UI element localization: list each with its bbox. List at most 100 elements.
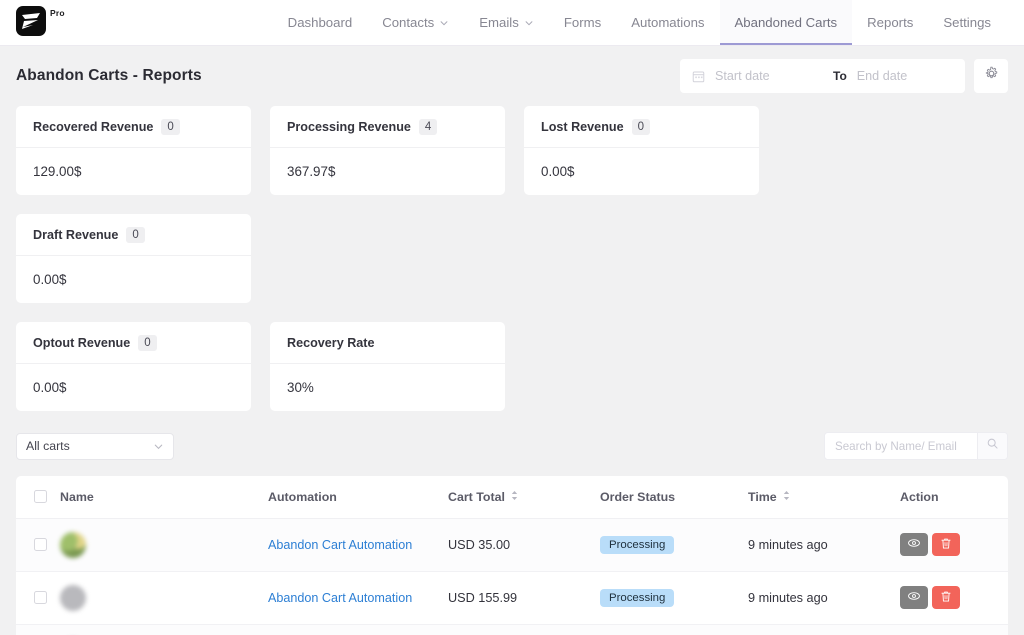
stat-card-value: 129.00$ — [33, 164, 82, 179]
stat-card-label: Draft Revenue — [33, 227, 119, 242]
delete-button[interactable] — [932, 586, 960, 609]
stat-card-value: 367.97$ — [287, 164, 336, 179]
row-name-cell — [60, 571, 268, 625]
nav-item-abandoned-carts[interactable]: Abandoned Carts — [719, 0, 853, 45]
row-time-cell: 9 minutes ago — [748, 518, 900, 572]
stat-cards-row-1: Recovered Revenue 0 129.00$ Processing R… — [0, 106, 1024, 303]
delete-button[interactable] — [932, 533, 960, 556]
nav-item-label: Contacts — [382, 15, 435, 30]
row-status-cell: Processing — [600, 624, 748, 635]
table-row[interactable]: Abandon Cart Automation USD 155.99 Proce… — [16, 571, 1008, 625]
automation-link[interactable]: Abandon Cart Automation — [268, 538, 412, 552]
nav-item-forms[interactable]: Forms — [549, 0, 616, 45]
stat-card-count: 0 — [631, 118, 650, 135]
nav-item-contacts[interactable]: Contacts — [367, 0, 464, 45]
nav-item-dashboard[interactable]: Dashboard — [273, 0, 368, 45]
cart-filter-value: All carts — [26, 439, 70, 453]
settings-button[interactable] — [974, 59, 1008, 93]
nav-item-label: Dashboard — [287, 15, 353, 30]
stat-card-header: Draft Revenue 0 — [16, 214, 251, 256]
row-select-cell — [16, 518, 60, 572]
avatar — [60, 531, 86, 558]
stat-card-value: 0.00$ — [33, 380, 67, 395]
sort-icon[interactable] — [510, 490, 519, 504]
select-all-checkbox[interactable] — [34, 490, 47, 504]
row-automation-cell: Abandon Cart Automation — [268, 518, 448, 572]
stat-card-header: Optout Revenue 0 — [16, 322, 251, 364]
table-header-row: Name Automation Cart Total Order Status … — [16, 476, 1008, 519]
stat-card: Optout Revenue 0 0.00$ — [16, 322, 251, 411]
search-button[interactable] — [977, 433, 1007, 459]
contact-email — [95, 545, 169, 558]
row-action-cell — [900, 624, 1008, 635]
stat-card-header: Recovered Revenue 0 — [16, 106, 251, 148]
sort-icon[interactable] — [782, 490, 791, 504]
column-label-action: Action — [900, 489, 939, 504]
contact-name[interactable] — [95, 532, 169, 545]
table-row[interactable]: Abandon Cart Automation USD 140.98 Proce… — [16, 624, 1008, 635]
nav-item-label: Reports — [867, 15, 914, 30]
search-input[interactable] — [825, 433, 977, 459]
stat-card-count: 0 — [138, 334, 157, 351]
stat-card-count: 0 — [126, 226, 145, 243]
nav-item-emails[interactable]: Emails — [464, 0, 549, 45]
column-label-order-status: Order Status — [600, 489, 676, 504]
stat-card-label: Processing Revenue — [287, 119, 411, 134]
row-select-cell — [16, 571, 60, 625]
column-label-cart-total: Cart Total — [448, 489, 505, 504]
nav-item-automations[interactable]: Automations — [616, 0, 719, 45]
stat-card-header: Lost Revenue 0 — [524, 106, 759, 148]
row-time-cell: 10 minutes ago — [748, 624, 900, 635]
stat-card: Draft Revenue 0 0.00$ — [16, 214, 251, 303]
nav-item-label: Automations — [631, 15, 705, 30]
status-badge: Processing — [600, 535, 675, 554]
calendar-icon — [692, 70, 705, 83]
column-header-cart-total[interactable]: Cart Total — [448, 476, 600, 519]
row-time-cell: 9 minutes ago — [748, 571, 900, 625]
automation-link[interactable]: Abandon Cart Automation — [268, 591, 412, 605]
contact-name[interactable] — [95, 585, 169, 598]
header-controls: Start date To End date — [680, 59, 1008, 93]
row-automation-cell: Abandon Cart Automation — [268, 624, 448, 635]
row-status-cell: Processing — [600, 571, 748, 625]
stat-card-label: Recovered Revenue — [33, 119, 154, 134]
table-header: Name Automation Cart Total Order Status … — [16, 476, 1008, 519]
search-icon — [986, 437, 999, 455]
trash-icon — [940, 590, 952, 606]
pro-badge: Pro — [50, 8, 65, 18]
nav-item-label: Abandoned Carts — [734, 15, 838, 30]
nav-item-settings[interactable]: Settings — [928, 0, 1006, 45]
page-header: Abandon Carts - Reports Start date To En… — [0, 46, 1024, 106]
nav-item-reports[interactable]: Reports — [852, 0, 928, 45]
date-range-separator: To — [833, 69, 847, 83]
brand-logo[interactable]: Pro — [0, 0, 65, 45]
column-label-time: Time — [748, 489, 777, 504]
stat-card-label: Recovery Rate — [287, 335, 375, 350]
column-header-name: Name — [60, 476, 268, 519]
stat-card-label: Optout Revenue — [33, 335, 131, 350]
stat-card-header: Processing Revenue 4 — [270, 106, 505, 148]
row-checkbox[interactable] — [34, 591, 47, 604]
stat-card: Recovered Revenue 0 129.00$ — [16, 106, 251, 195]
start-date-input[interactable]: Start date — [715, 69, 823, 83]
row-select-cell — [16, 624, 60, 635]
row-cart-total-cell: USD 35.00 — [448, 518, 600, 572]
column-label-automation: Automation — [268, 489, 337, 504]
gear-icon — [984, 66, 999, 86]
end-date-input[interactable]: End date — [857, 69, 907, 83]
row-automation-cell: Abandon Cart Automation — [268, 571, 448, 625]
table-row[interactable]: Abandon Cart Automation USD 35.00 Proces… — [16, 518, 1008, 572]
column-header-time[interactable]: Time — [748, 476, 900, 519]
chevron-down-icon — [524, 18, 534, 28]
row-checkbox[interactable] — [34, 538, 47, 551]
view-button[interactable] — [900, 586, 928, 609]
contact-email — [95, 598, 169, 611]
chevron-down-icon — [439, 18, 449, 28]
top-navigation-bar: Pro Dashboard Contacts Emails Forms Auto… — [0, 0, 1024, 46]
stat-card-value: 0.00$ — [33, 272, 67, 287]
view-button[interactable] — [900, 533, 928, 556]
select-all-header — [16, 476, 60, 519]
cart-filter-select[interactable]: All carts — [16, 432, 174, 460]
nav-items: Dashboard Contacts Emails Forms Automati… — [273, 0, 1024, 45]
date-range-picker[interactable]: Start date To End date — [680, 59, 965, 93]
